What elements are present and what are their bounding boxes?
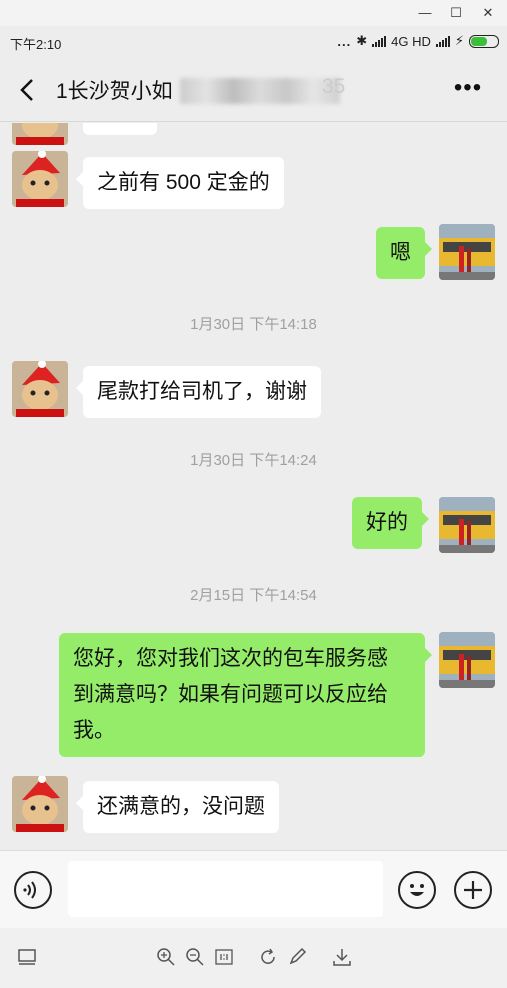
avatar[interactable] [439,224,495,280]
avatar[interactable] [439,497,495,553]
message-line: 到满意吗？如果有问题可以反应给 [73,683,388,706]
chat-area[interactable]: 之前有 500 定金的 嗯 1月30日 下午14:18 尾款打给司机了，谢谢 1… [0,123,507,850]
signal-icon-2 [435,35,450,47]
chat-header: 1长沙贺小如 35 ••• [0,58,507,122]
window-title-bar: — ☐ ✕ [0,0,507,26]
message-line: 我。 [73,719,115,742]
network-label: 4G HD [391,33,431,49]
maximize-icon[interactable]: ☐ [446,3,466,23]
redacted-area [180,78,340,104]
zoom-in-icon[interactable] [155,946,177,968]
timestamp: 1月30日 下午14:24 [190,452,317,469]
message-line: 您好，您对我们这次的包车服务感 [73,647,388,670]
input-bar [0,850,507,928]
back-arrow-icon[interactable] [14,76,42,104]
avatar[interactable] [12,151,68,207]
zoom-out-icon[interactable] [184,946,206,968]
message-input[interactable] [68,861,383,917]
avatar[interactable] [12,776,68,832]
avatar[interactable] [12,123,68,145]
plus-icon[interactable] [454,871,492,909]
battery-icon [469,34,499,48]
message-bubble[interactable]: 您好，您对我们这次的包车服务感 到满意吗？如果有问题可以反应给 我。 [59,633,432,757]
charging-icon: ⚡ [454,33,464,48]
message-bubble-partial[interactable] [83,123,157,135]
minimize-icon[interactable]: — [415,3,435,23]
edit-pencil-icon[interactable] [286,946,308,968]
message-bubble[interactable]: 嗯 [376,227,432,279]
actual-size-icon[interactable] [213,946,235,968]
message-bubble[interactable]: 之前有 500 定金的 [76,157,284,209]
status-bar: 下午2:10 ... ✱ 4G HD ⚡ [0,26,507,58]
timestamp: 2月15日 下午14:54 [190,587,317,604]
rotate-icon[interactable] [257,946,279,968]
download-icon[interactable] [331,946,353,968]
timestamp: 1月30日 下午14:18 [190,316,317,333]
voice-icon[interactable] [14,871,52,909]
message-bubble[interactable]: 还满意的，没问题 [76,781,279,833]
notification-dots: ... [337,33,352,49]
sidebar-toggle-icon[interactable] [16,946,38,968]
chat-title-tail: 35 [322,75,346,98]
chat-title: 1长沙贺小如 [56,80,173,103]
close-icon[interactable]: ✕ [478,3,498,23]
status-time: 下午2:10 [10,37,62,52]
avatar[interactable] [439,632,495,688]
viewer-toolbar [0,928,507,988]
message-bubble[interactable]: 好的 [352,497,429,549]
bluetooth-icon: ✱ [356,33,368,48]
avatar[interactable] [12,361,68,417]
more-dots-icon[interactable]: ••• [450,76,486,102]
emoji-icon[interactable] [398,871,436,909]
message-bubble[interactable]: 尾款打给司机了，谢谢 [76,366,321,418]
signal-icon [372,35,387,47]
